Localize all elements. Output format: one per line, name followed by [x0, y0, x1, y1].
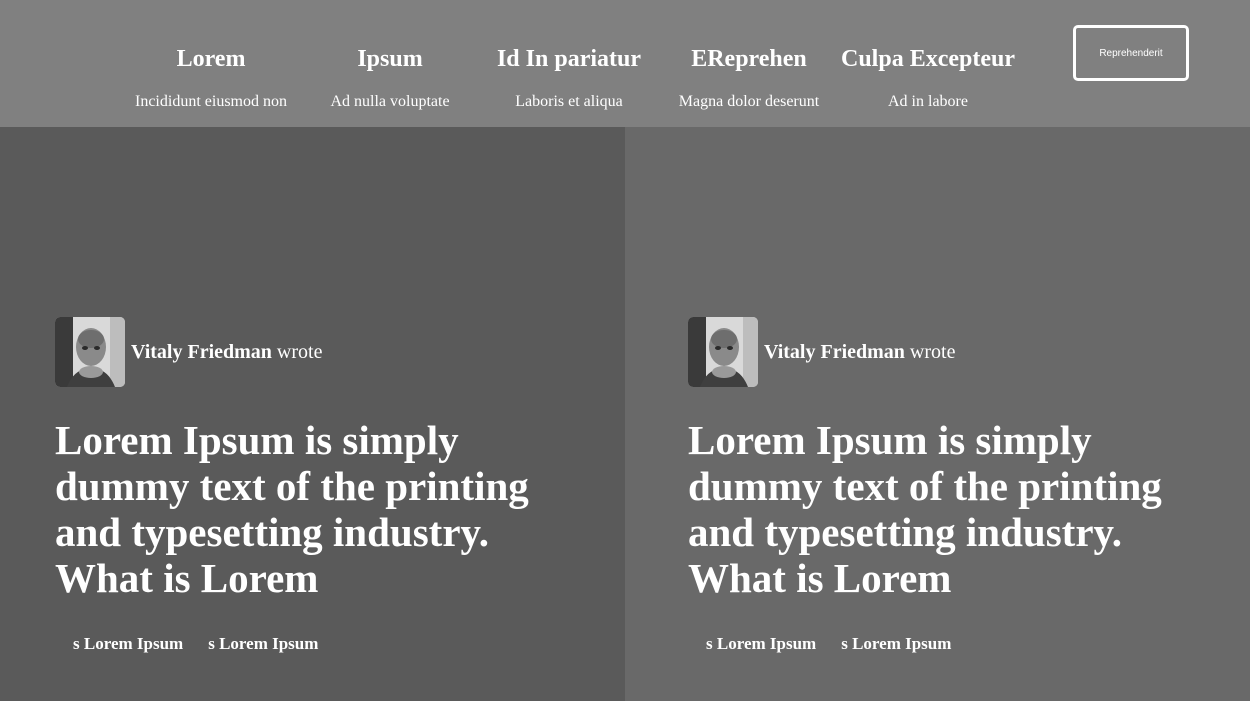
nav-item-subtitle: Incididunt eiusmod non: [135, 93, 287, 110]
nav-item-title: Lorem: [176, 46, 246, 72]
nav-item-title: Ipsum: [357, 46, 423, 72]
portrait-icon: [55, 317, 125, 387]
author-row: Vitaly Friedman wrote: [55, 317, 322, 387]
nav-item-culpa-excepteur[interactable]: Culpa Excepteur Ad in labore: [838, 0, 1018, 127]
post-headline[interactable]: Lorem Ipsum is simply dummy text of the …: [688, 417, 1208, 601]
author-action: wrote: [271, 341, 323, 363]
post-card-right: Vitaly Friedman wrote Lorem Ipsum is sim…: [625, 127, 1250, 701]
portrait-icon: [688, 317, 758, 387]
nav-item-title: Culpa Excepteur: [841, 46, 1015, 72]
post-card-left: Vitaly Friedman wrote Lorem Ipsum is sim…: [0, 127, 625, 701]
post-headline[interactable]: Lorem Ipsum is simply dummy text of the …: [55, 417, 575, 601]
nav-item-subtitle: Magna dolor deserunt: [678, 93, 820, 110]
main-nav: Lorem Incididunt eiusmod non Ipsum Ad nu…: [0, 0, 1250, 127]
nav-item-ereprehen[interactable]: EReprehen Magna dolor deserunt: [659, 0, 839, 127]
tag-link[interactable]: s Lorem Ipsum: [208, 633, 318, 655]
tag-link[interactable]: s Lorem Ipsum: [706, 633, 816, 655]
author-avatar[interactable]: [688, 317, 758, 387]
nav-item-subtitle: Ad nulla voluptate: [330, 93, 450, 110]
tag-link[interactable]: s Lorem Ipsum: [841, 633, 951, 655]
nav-item-subtitle: Ad in labore: [888, 93, 968, 110]
nav-item-lorem[interactable]: Lorem Incididunt eiusmod non: [121, 0, 301, 127]
author-row: Vitaly Friedman wrote: [688, 317, 955, 387]
nav-item-subtitle: Laboris et aliqua: [515, 93, 623, 110]
tag-list: s Lorem Ipsum s Lorem Ipsum: [706, 633, 951, 655]
tag-link[interactable]: s Lorem Ipsum: [73, 633, 183, 655]
author-avatar[interactable]: [55, 317, 125, 387]
author-action: wrote: [904, 341, 956, 363]
tag-list: s Lorem Ipsum s Lorem Ipsum: [73, 633, 318, 655]
reprehenderit-button[interactable]: Reprehenderit: [1073, 25, 1189, 81]
top-header: Lorem Incididunt eiusmod non Ipsum Ad nu…: [0, 0, 1250, 127]
author-name[interactable]: Vitaly Friedman: [131, 341, 272, 363]
author-name[interactable]: Vitaly Friedman: [764, 341, 905, 363]
nav-item-id-in-pariatur[interactable]: Id In pariatur Laboris et aliqua: [479, 0, 659, 127]
nav-item-title: EReprehen: [691, 46, 807, 72]
nav-item-ipsum[interactable]: Ipsum Ad nulla voluptate: [300, 0, 480, 127]
nav-item-title: Id In pariatur: [496, 46, 642, 72]
